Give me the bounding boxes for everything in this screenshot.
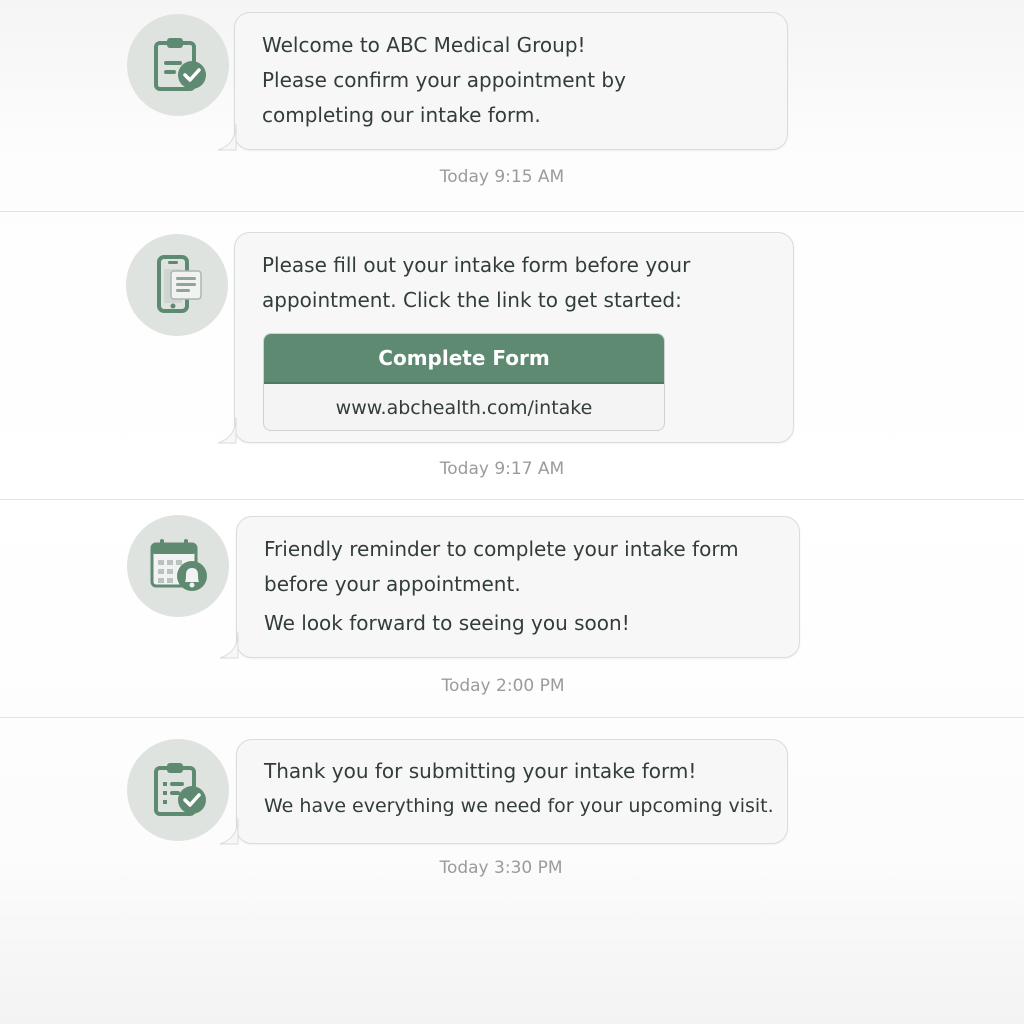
clipboard-check-icon xyxy=(154,763,206,816)
bubble-tail xyxy=(219,817,239,845)
message-timestamp: Today 9:17 AM xyxy=(439,459,565,479)
clipboard-check-icon xyxy=(154,38,206,91)
message-bubble: Friendly reminder to complete your intak… xyxy=(219,516,800,659)
message-text-line: Friendly reminder to complete your intak… xyxy=(264,537,739,561)
message-text-line: Welcome to ABC Medical Group! xyxy=(262,33,586,57)
message-avatar xyxy=(127,14,229,116)
bubble-tail xyxy=(217,416,237,444)
message-avatar xyxy=(126,234,228,336)
message-text-line: appointment. Click the link to get start… xyxy=(262,288,682,312)
message-text-line: before your appointment. xyxy=(264,572,521,596)
message-divider xyxy=(0,499,1024,500)
bubble-tail xyxy=(217,123,237,151)
complete-form-button[interactable]: Complete Form www.abchealth.com/intake xyxy=(263,333,665,431)
intake-form-link[interactable]: www.abchealth.com/intake xyxy=(264,382,664,430)
message-bubble: Please fill out your intake form before … xyxy=(217,232,794,444)
message-text-line: We have everything we need for your upco… xyxy=(264,795,774,817)
calendar-bell-icon xyxy=(150,539,207,591)
message-avatar xyxy=(127,515,229,617)
message-divider xyxy=(0,717,1024,718)
message-text-line: Please confirm your appointment by xyxy=(262,68,626,92)
message-text-line: Please fill out your intake form before … xyxy=(262,253,691,277)
bubble-tail xyxy=(219,631,239,659)
message-timestamp: Today 9:15 AM xyxy=(439,167,565,187)
message-bubble: Welcome to ABC Medical Group! Please con… xyxy=(217,12,788,151)
message-text-line: We look forward to seeing you soon! xyxy=(264,611,630,635)
message-avatar xyxy=(127,739,229,841)
message-timestamp: Today 2:00 PM xyxy=(441,676,565,696)
message-bubble: Thank you for submitting your intake for… xyxy=(219,739,788,845)
complete-form-button-label[interactable]: Complete Form xyxy=(264,334,664,382)
message-text-line: Thank you for submitting your intake for… xyxy=(264,759,697,783)
message-text-line: completing our intake form. xyxy=(262,103,541,127)
phone-form-icon xyxy=(157,255,202,313)
message-timestamp: Today 3:30 PM xyxy=(439,858,563,878)
message-divider xyxy=(0,211,1024,212)
